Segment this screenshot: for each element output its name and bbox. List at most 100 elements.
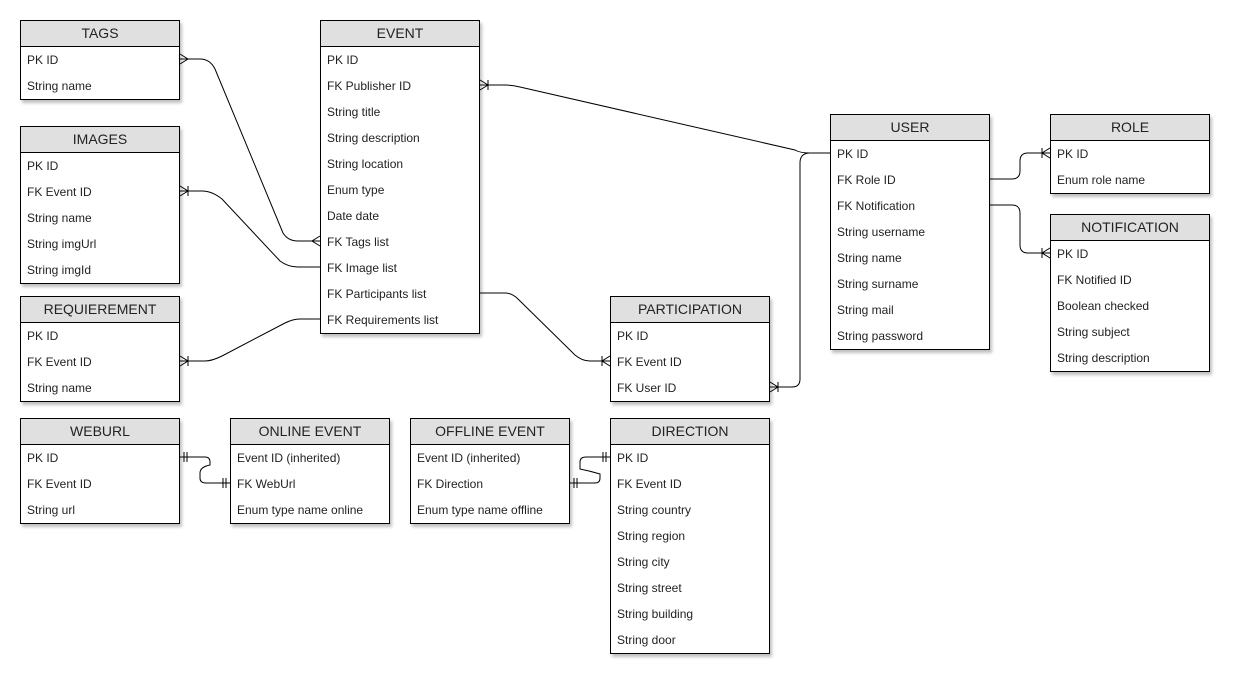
entity-title[interactable]: REQUIEREMENT xyxy=(21,297,179,323)
entity-field[interactable]: String name xyxy=(831,245,989,271)
entity-title[interactable]: OFFLINE EVENT xyxy=(411,419,569,445)
crows-foot-bar-icon xyxy=(179,185,189,197)
event-participation-link xyxy=(480,292,610,362)
entity-field[interactable]: Date date xyxy=(321,203,479,229)
entity-field[interactable]: String city xyxy=(611,549,769,575)
entity-title[interactable]: ONLINE EVENT xyxy=(231,419,389,445)
entity-field[interactable]: FK Event ID xyxy=(21,471,179,497)
entity-field[interactable]: FK Event ID xyxy=(21,179,179,205)
entity-field[interactable]: String imgId xyxy=(21,257,179,283)
weburl-online-event-link xyxy=(180,456,230,484)
entity-field[interactable]: Enum type name offline xyxy=(411,497,569,523)
entity-field[interactable]: PK ID xyxy=(321,47,479,73)
entity-field[interactable]: PK ID xyxy=(21,323,179,349)
entity-field[interactable]: PK ID xyxy=(611,323,769,349)
entity-field[interactable]: PK ID xyxy=(21,47,179,73)
entity-title[interactable]: NOTIFICATION xyxy=(1051,215,1209,241)
entity-field[interactable]: String subject xyxy=(1051,319,1209,345)
entity-field[interactable]: String url xyxy=(21,497,179,523)
entity-field[interactable]: FK User ID xyxy=(611,375,769,401)
entity-user[interactable]: USER PK ID FK Role ID FK Notification String… xyxy=(830,114,990,350)
entity-field[interactable]: String door xyxy=(611,627,769,653)
crows-foot-bar-icon xyxy=(1041,147,1051,159)
entity-images[interactable]: IMAGES PK ID FK Event ID String name String … xyxy=(20,126,180,284)
entity-title[interactable]: IMAGES xyxy=(21,127,179,153)
entity-field[interactable]: String password xyxy=(831,323,989,349)
entity-field[interactable]: String description xyxy=(1051,345,1209,371)
entity-title[interactable]: ROLE xyxy=(1051,115,1209,141)
entity-title[interactable]: PARTICIPATION xyxy=(611,297,769,323)
entity-field[interactable]: FK WebUrl xyxy=(231,471,389,497)
entity-field[interactable]: Event ID (inherited) xyxy=(231,445,389,471)
user-participation-link xyxy=(770,152,830,388)
entity-field[interactable]: FK Event ID xyxy=(611,349,769,375)
entity-event[interactable]: EVENT PK ID FK Publisher ID String title Str… xyxy=(320,20,480,334)
entity-field[interactable]: String description xyxy=(321,125,479,151)
entity-field[interactable]: String surname xyxy=(831,271,989,297)
crows-foot-bar-icon xyxy=(179,355,189,367)
entity-tags[interactable]: TAGS PK ID String name xyxy=(20,20,180,100)
entity-field[interactable]: String country xyxy=(611,497,769,523)
crows-foot-icon xyxy=(311,235,321,247)
entity-field[interactable]: PK ID xyxy=(1051,141,1209,167)
entity-field[interactable]: String name xyxy=(21,375,179,401)
entity-offline-event[interactable]: OFFLINE EVENT Event ID (inherited) FK Dire… xyxy=(410,418,570,524)
entity-notification[interactable]: NOTIFICATION PK ID FK Notified ID Boolean c… xyxy=(1050,214,1210,372)
user-role-link xyxy=(990,152,1050,180)
entity-field[interactable]: FK Publisher ID xyxy=(321,73,479,99)
entity-title[interactable]: DIRECTION xyxy=(611,419,769,445)
entity-field[interactable]: PK ID xyxy=(611,445,769,471)
entity-title[interactable]: WEBURL xyxy=(21,419,179,445)
entity-field[interactable]: FK Event ID xyxy=(611,471,769,497)
entity-field[interactable]: PK ID xyxy=(21,153,179,179)
entity-field[interactable]: Boolean checked xyxy=(1051,293,1209,319)
entity-field[interactable]: FK Direction xyxy=(411,471,569,497)
entity-online-event[interactable]: ONLINE EVENT Event ID (inherited) FK WebUr… xyxy=(230,418,390,524)
entity-field[interactable]: FK Image list xyxy=(321,255,479,281)
entity-field[interactable]: PK ID xyxy=(21,445,179,471)
user-notification-link xyxy=(990,204,1050,254)
entity-field[interactable]: String mail xyxy=(831,297,989,323)
entity-field[interactable]: String location xyxy=(321,151,479,177)
entity-field[interactable]: String name xyxy=(21,73,179,99)
entity-direction[interactable]: DIRECTION PK ID FK Event ID String country S… xyxy=(610,418,770,654)
entity-field[interactable]: PK ID xyxy=(1051,241,1209,267)
entity-field[interactable]: Enum type xyxy=(321,177,479,203)
requierement-event-link xyxy=(180,318,320,362)
entity-field[interactable]: String title xyxy=(321,99,479,125)
entity-field[interactable]: String building xyxy=(611,601,769,627)
entity-field[interactable]: FK Notified ID xyxy=(1051,267,1209,293)
entity-field[interactable]: FK Tags list xyxy=(321,229,479,255)
entity-participation[interactable]: PARTICIPATION PK ID FK Event ID FK User ID xyxy=(610,296,770,402)
entity-field[interactable]: PK ID xyxy=(831,141,989,167)
er-diagram-canvas: TAGS PK ID String name IMAGES PK ID FK Event … xyxy=(0,0,1242,687)
entity-role[interactable]: ROLE PK ID Enum role name xyxy=(1050,114,1210,194)
entity-field[interactable]: String street xyxy=(611,575,769,601)
entity-title[interactable]: USER xyxy=(831,115,989,141)
entity-field[interactable]: FK Requirements list xyxy=(321,307,479,333)
entity-field[interactable]: Enum role name xyxy=(1051,167,1209,193)
tags-event-link xyxy=(180,58,320,242)
entity-field[interactable]: FK Notification xyxy=(831,193,989,219)
one-bar-icon xyxy=(573,478,578,488)
entity-field[interactable]: String name xyxy=(21,205,179,231)
offline-event-direction-link xyxy=(570,456,610,484)
entity-field[interactable]: Enum type name online xyxy=(231,497,389,523)
one-bar-icon xyxy=(222,478,227,488)
entity-field[interactable]: FK Participants list xyxy=(321,281,479,307)
crows-foot-bar-icon xyxy=(479,79,489,91)
entity-field[interactable]: FK Role ID xyxy=(831,167,989,193)
entity-weburl[interactable]: WEBURL PK ID FK Event ID String url xyxy=(20,418,180,524)
images-event-link xyxy=(180,190,320,268)
entity-title[interactable]: TAGS xyxy=(21,21,179,47)
crows-foot-icon xyxy=(179,53,189,65)
one-bar-icon xyxy=(183,452,188,462)
entity-field[interactable]: FK Event ID xyxy=(21,349,179,375)
event-user-link xyxy=(480,84,830,154)
entity-field[interactable]: String username xyxy=(831,219,989,245)
entity-requierement[interactable]: REQUIEREMENT PK ID FK Event ID String name xyxy=(20,296,180,402)
entity-field[interactable]: Event ID (inherited) xyxy=(411,445,569,471)
entity-title[interactable]: EVENT xyxy=(321,21,479,47)
entity-field[interactable]: String imgUrl xyxy=(21,231,179,257)
entity-field[interactable]: String region xyxy=(611,523,769,549)
